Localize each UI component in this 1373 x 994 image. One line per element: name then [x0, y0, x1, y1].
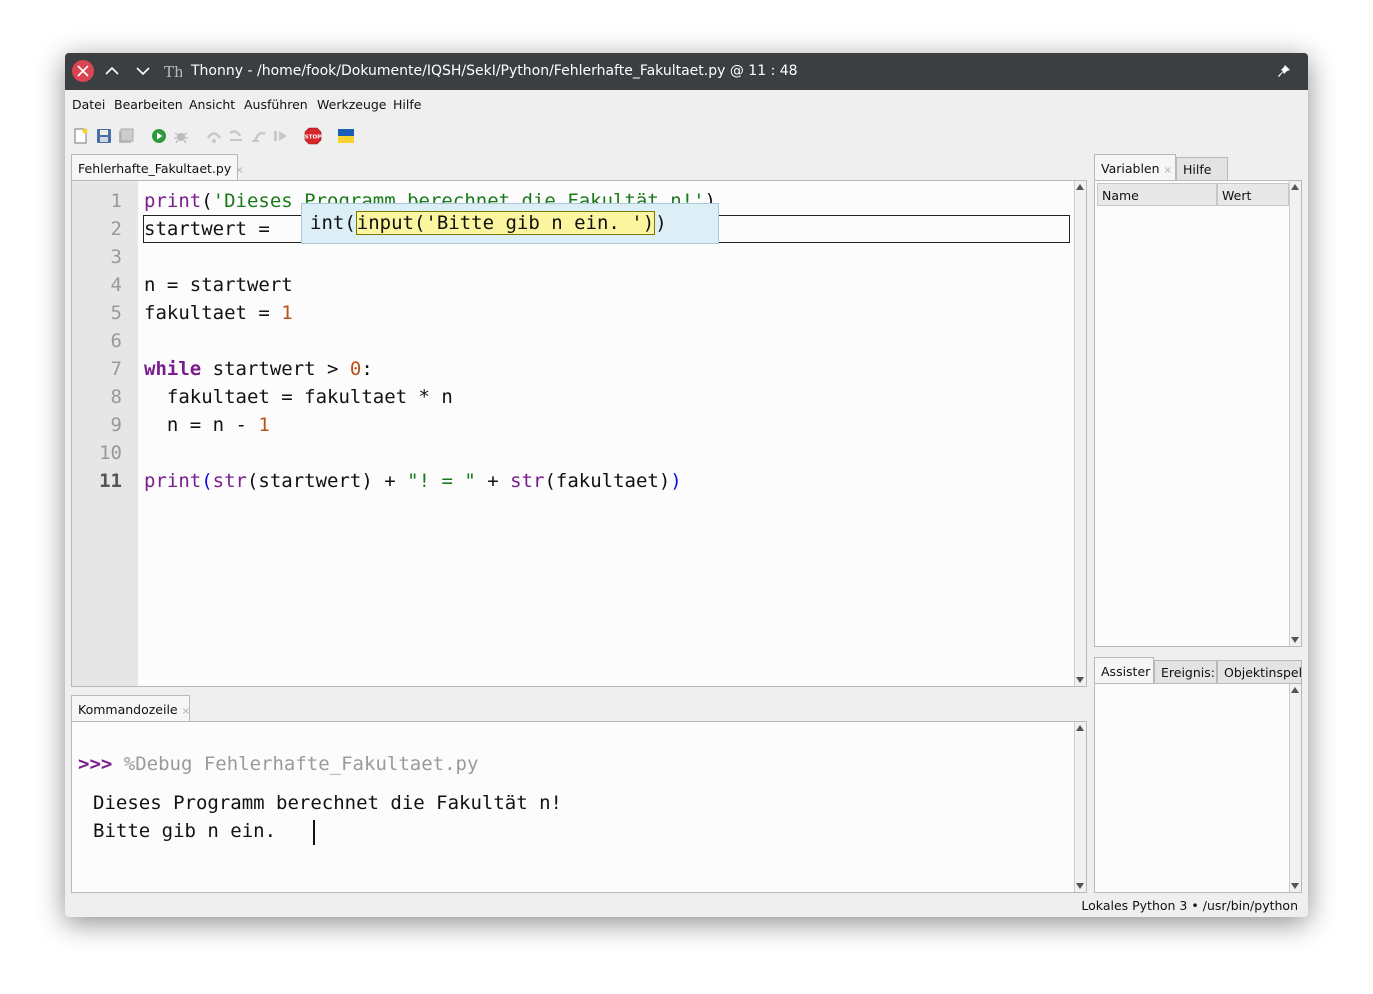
debugger-expression-popup: int(input('Bitte gib n ein. ')): [301, 203, 719, 244]
resume-icon[interactable]: [273, 128, 289, 144]
editor-scrollbar[interactable]: [1074, 181, 1086, 686]
tab-fehlerhafte-fakultaet[interactable]: Fehlerhafte_Fakultaet.py ×: [71, 154, 244, 181]
assistant-scrollbar[interactable]: [1289, 684, 1301, 892]
debug-icon[interactable]: [173, 128, 189, 144]
toolbar: STOP: [65, 118, 1308, 152]
scroll-down-icon[interactable]: [1076, 677, 1084, 683]
line-number-gutter: 1 2 3 4 5 6 7 8 9 10 11: [72, 181, 138, 686]
tab-label: Fehlerhafte_Fakultaet.py: [78, 161, 232, 176]
variables-tab-bar: Variablen × Hilfe: [1094, 154, 1302, 181]
variables-pane: Name Wert: [1094, 180, 1302, 647]
shell-prompt: >>>: [78, 753, 113, 775]
scroll-down-icon[interactable]: [1291, 637, 1299, 643]
status-separator: •: [1191, 898, 1199, 913]
code-line-5: fakultaet = 1: [144, 302, 293, 324]
save-all-icon[interactable]: [118, 128, 134, 144]
close-tab-icon[interactable]: ×: [1164, 165, 1172, 176]
svg-text:Th: Th: [164, 63, 182, 80]
close-icon: [77, 65, 89, 77]
variables-scrollbar[interactable]: [1289, 181, 1301, 646]
status-bar[interactable]: Lokales Python 3 • /usr/bin/python: [1081, 898, 1298, 913]
tab-kommandozeile[interactable]: Kommandozeile ×: [71, 695, 190, 722]
text-cursor: [313, 820, 315, 845]
menu-hilfe[interactable]: Hilfe: [393, 97, 421, 112]
evaluated-expression-highlight: input('Bitte gib n ein. '): [355, 211, 656, 235]
stop-label: STOP: [305, 135, 321, 141]
stop-icon[interactable]: STOP: [304, 127, 322, 145]
line-number: 7: [110, 358, 122, 380]
menu-ausfuehren[interactable]: Ausführen: [244, 97, 308, 112]
tab-assister[interactable]: Assister: [1094, 657, 1154, 684]
new-file-icon[interactable]: [73, 128, 89, 144]
run-icon[interactable]: [151, 128, 167, 144]
code-line-8: fakultaet = fakultaet * n: [144, 386, 453, 408]
tab-label: Variablen: [1101, 161, 1160, 176]
tab-objektinspektor[interactable]: Objektinspel: [1217, 660, 1302, 684]
code-line-9: n = n - 1: [144, 414, 270, 436]
shell-command: %Debug Fehlerhafte_Fakultaet.py: [123, 753, 479, 775]
ukraine-flag-icon[interactable]: [338, 128, 354, 144]
editor-tab-bar: Fehlerhafte_Fakultaet.py ×: [71, 154, 1087, 181]
menu-ansicht[interactable]: Ansicht: [189, 97, 235, 112]
code-line-7: while startwert > 0:: [144, 358, 373, 380]
shell-command-line: >>> %Debug Fehlerhafte_Fakultaet.py: [78, 753, 478, 775]
assistant-tab-bar: Assister Ereignis: Objektinspel: [1094, 657, 1302, 684]
line-number: 4: [110, 274, 122, 296]
scroll-up-icon[interactable]: [1076, 725, 1084, 731]
shell-console[interactable]: >>> %Debug Fehlerhafte_Fakultaet.py Dies…: [71, 721, 1087, 893]
interpreter-label: Lokales Python 3: [1081, 898, 1188, 913]
scroll-up-icon[interactable]: [1291, 184, 1299, 190]
assistant-pane: [1094, 683, 1302, 893]
line-number: 2: [110, 218, 122, 240]
scroll-up-icon[interactable]: [1291, 687, 1299, 693]
close-tab-icon[interactable]: ×: [235, 165, 243, 176]
column-header-name[interactable]: Name: [1097, 183, 1217, 206]
app-icon: Th: [164, 63, 182, 80]
interpreter-path: /usr/bin/python: [1202, 898, 1298, 913]
menu-bearbeiten[interactable]: Bearbeiten: [114, 97, 183, 112]
close-tab-icon[interactable]: ×: [182, 706, 190, 717]
shell-scrollbar[interactable]: [1074, 722, 1086, 892]
menu-datei[interactable]: Datei: [72, 97, 105, 112]
tab-ereignisse[interactable]: Ereignis:: [1154, 660, 1217, 684]
chevron-up-icon[interactable]: [103, 62, 121, 80]
code-editor[interactable]: 1 2 3 4 5 6 7 8 9 10 11 print('Dieses Pr…: [71, 180, 1087, 687]
shell-output-line: Dieses Programm berechnet die Fakultät n…: [93, 792, 562, 814]
tab-label: Kommandozeile: [78, 702, 178, 717]
chevron-down-icon[interactable]: [134, 62, 152, 80]
current-line-number: 11: [99, 470, 122, 492]
line-number: 6: [110, 330, 122, 352]
scroll-up-icon[interactable]: [1076, 184, 1084, 190]
column-header-wert[interactable]: Wert: [1217, 183, 1289, 206]
thonny-window: Th Thonny - /home/fook/Dokumente/IQSH/Se…: [65, 53, 1308, 917]
menu-bar: Datei Bearbeiten Ansicht Ausführen Werkz…: [65, 90, 1308, 118]
title-bar: Th Thonny - /home/fook/Dokumente/IQSH/Se…: [65, 53, 1308, 90]
code-line-4: n = startwert: [144, 274, 293, 296]
line-number: 1: [110, 190, 122, 212]
save-icon[interactable]: [96, 128, 112, 144]
tab-hilfe[interactable]: Hilfe: [1176, 157, 1228, 181]
tab-variablen[interactable]: Variablen ×: [1094, 154, 1176, 181]
line-number: 8: [110, 386, 122, 408]
scroll-down-icon[interactable]: [1076, 883, 1084, 889]
code-line-11: print(str(startwert) + "! = " + str(faku…: [144, 470, 682, 492]
pin-icon[interactable]: [1276, 63, 1292, 79]
scroll-down-icon[interactable]: [1291, 883, 1299, 889]
line-number: 10: [99, 442, 122, 464]
close-window-button[interactable]: [72, 60, 94, 82]
step-out-icon[interactable]: [251, 128, 267, 144]
line-number: 5: [110, 302, 122, 324]
shell-output-line: Bitte gib n ein.: [93, 820, 288, 842]
menu-werkzeuge[interactable]: Werkzeuge: [317, 97, 387, 112]
code-line-2: startwert =: [144, 218, 282, 240]
window-title: Thonny - /home/fook/Dokumente/IQSH/SekI/…: [191, 63, 798, 79]
shell-tab-bar: Kommandozeile ×: [71, 695, 1087, 722]
line-number: 9: [110, 414, 122, 436]
step-into-icon[interactable]: [228, 128, 244, 144]
line-number: 3: [110, 246, 122, 268]
step-over-icon[interactable]: [206, 128, 222, 144]
